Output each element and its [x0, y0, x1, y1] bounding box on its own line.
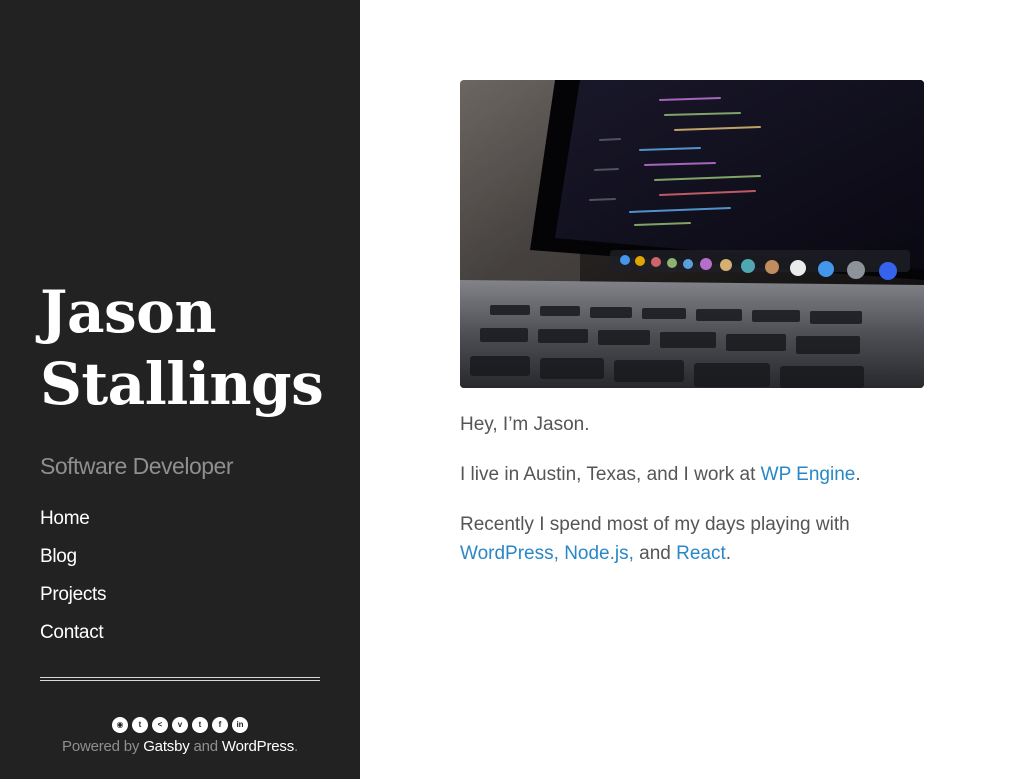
site-title-line2[interactable]: Stallings — [40, 350, 324, 418]
employer-link[interactable]: WP Engine — [761, 464, 856, 485]
nav-item-contact: Contact — [40, 622, 106, 660]
facebook-icon[interactable]: f — [212, 717, 228, 733]
site-tagline: Software Developer — [40, 453, 234, 479]
nodejs-link[interactable]: Node.js, — [564, 543, 634, 564]
intro-text: Hey, I’m Jason. I live in Austin, Texas,… — [460, 410, 930, 568]
recent-suffix: . — [725, 543, 732, 564]
vimeo-icon[interactable]: v — [172, 717, 188, 733]
powered-by: Powered by Gatsby and WordPress. — [0, 738, 360, 755]
nav-link-projects[interactable]: Projects — [40, 584, 107, 606]
wordpress-tech-link[interactable]: WordPress, — [460, 543, 559, 564]
nav-link-contact[interactable]: Contact — [40, 622, 104, 644]
recent-paragraph: Recently I spend most of my days playing… — [460, 510, 930, 568]
social-links: ◉ t < v t f in — [0, 717, 360, 733]
recent-prefix: Recently I spend most of my days playing… — [460, 514, 850, 535]
main-content: Hey, I’m Jason. I live in Austin, Texas,… — [460, 80, 930, 589]
location-paragraph: I live in Austin, Texas, and I work at W… — [460, 460, 930, 489]
greeting: Hey, I’m Jason. — [460, 414, 590, 435]
nav-item-home: Home — [40, 508, 106, 546]
react-link[interactable]: React — [676, 543, 726, 564]
site-title[interactable]: Jason Stallings — [40, 276, 340, 420]
site-title-line1[interactable]: Jason — [40, 278, 217, 346]
wordpress-link[interactable]: WordPress — [222, 738, 294, 755]
location-suffix: . — [855, 464, 861, 485]
github-icon[interactable]: ◉ — [112, 717, 128, 733]
nav-link-home[interactable]: Home — [40, 508, 90, 530]
powered-suffix: . — [294, 738, 298, 755]
sidebar-divider — [40, 677, 320, 681]
powered-prefix: Powered by — [62, 738, 144, 755]
main-nav: Home Blog Projects Contact — [40, 508, 107, 660]
sidebar: Jason Stallings Software Developer Home … — [0, 0, 360, 779]
nav-item-projects: Projects — [40, 584, 107, 622]
location-prefix: I live in Austin, Texas, and I work at — [460, 464, 761, 485]
tumblr-icon[interactable]: t — [192, 717, 208, 733]
nav-link-blog[interactable]: Blog — [40, 546, 77, 568]
share-icon[interactable]: < — [152, 717, 168, 733]
powered-and: and — [189, 738, 222, 755]
twitter-icon[interactable]: t — [132, 717, 148, 733]
and-text: and — [633, 543, 677, 564]
gatsby-link[interactable]: Gatsby — [143, 738, 190, 755]
nav-item-blog: Blog — [40, 546, 106, 584]
hero-image — [460, 80, 924, 388]
linkedin-icon[interactable]: in — [232, 717, 248, 733]
